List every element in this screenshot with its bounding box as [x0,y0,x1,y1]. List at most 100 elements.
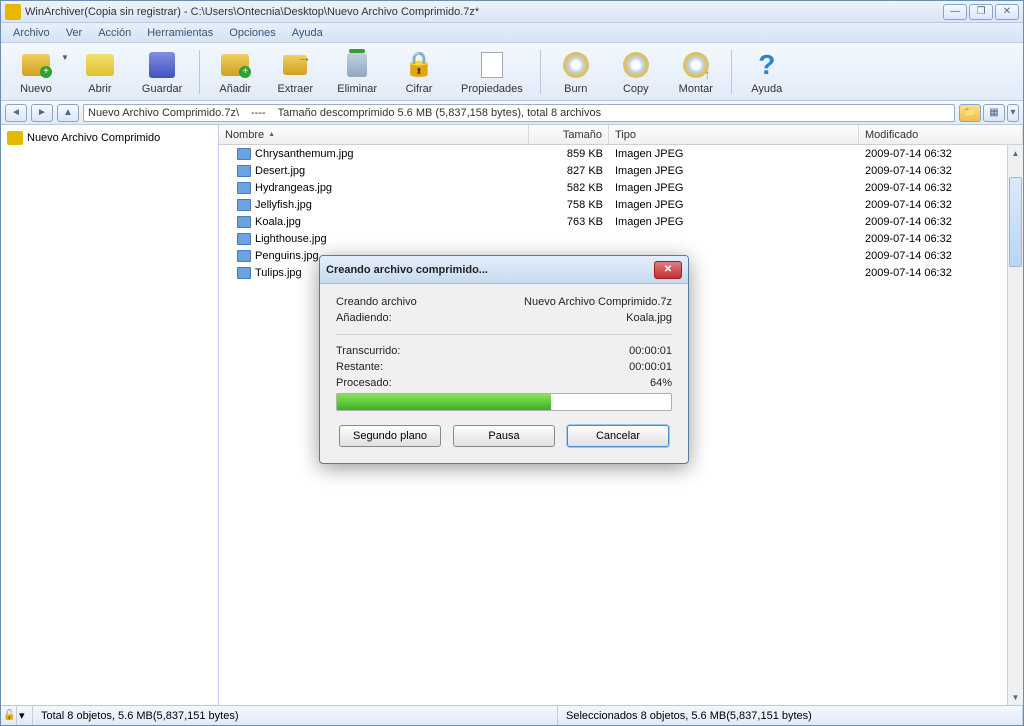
nuevo-button[interactable]: Nuevo [7,46,65,98]
back-button[interactable]: ◄ [5,104,27,122]
up-button[interactable]: ▲ [57,104,79,122]
dialog-body: Creando archivoNuevo Archivo Comprimido.… [320,284,688,463]
col-header-type[interactable]: Tipo [609,125,859,144]
montar-button[interactable]: Montar [667,46,725,98]
dialog-close-button[interactable]: ✕ [654,261,682,279]
status-right: Seleccionados 8 objetos, 5.6 MB(5,837,15… [558,706,1023,725]
file-modified: 2009-07-14 06:32 [859,199,1023,211]
abrir-button[interactable]: Abrir [71,46,129,98]
scroll-down-arrow-icon[interactable]: ▼ [1008,689,1023,705]
col-header-name[interactable]: Nombre▲ [219,125,529,144]
file-size: 582 KB [529,182,609,194]
image-file-icon [237,148,251,160]
file-row[interactable]: Koala.jpg763 KBImagen JPEG2009-07-14 06:… [219,213,1023,230]
guardar-label: Guardar [142,83,182,95]
copy-button[interactable]: Copy [607,46,665,98]
path-sep: ---- [251,107,266,119]
navbar: ◄ ► ▲ Nuevo Archivo Comprimido.7z\ ---- … [1,101,1023,125]
extraer-button[interactable]: Extraer [266,46,324,98]
burn-icon [563,52,589,78]
new-icon [22,54,50,76]
view-dropdown-button[interactable]: ▾ [1007,104,1019,122]
elapsed-value: 00:00:01 [629,345,672,357]
path-box[interactable]: Nuevo Archivo Comprimido.7z\ ---- Tamaño… [83,104,955,122]
file-type: Imagen JPEG [609,199,859,211]
copy-icon [623,52,649,78]
maximize-button[interactable]: ❐ [969,4,993,20]
open-icon [86,54,114,76]
sort-arrow-icon: ▲ [268,131,275,138]
toolbar-separator [199,50,200,94]
dialog-separator [336,334,672,335]
extract-icon [283,55,307,75]
file-row[interactable]: Jellyfish.jpg 758 KBImagen JPEG2009-07-14… [219,196,1023,213]
scroll-thumb[interactable] [1009,177,1022,267]
menu-opciones[interactable]: Opciones [221,25,283,41]
lock-icon: 🔓 [3,710,15,721]
progress-fill [337,394,551,410]
close-button[interactable]: ✕ [995,4,1019,20]
file-name: Desert.jpg [255,165,305,177]
ayuda-button[interactable]: ?Ayuda [738,46,796,98]
abrir-label: Abrir [88,83,111,95]
minimize-button[interactable]: — [943,4,967,20]
archive-icon [7,131,23,145]
eliminar-button[interactable]: Eliminar [326,46,388,98]
cifrar-button[interactable]: 🔒 Cifrar [390,46,448,98]
properties-icon [481,52,503,78]
file-name: Penguins.jpg [255,250,319,262]
file-modified: 2009-07-14 06:32 [859,267,1023,279]
image-file-icon [237,233,251,245]
window-title: WinArchiver(Copia sin registrar) - C:\Us… [25,6,943,18]
vertical-scrollbar[interactable]: ▲ ▼ [1007,145,1023,705]
menu-herramientas[interactable]: Herramientas [139,25,221,41]
image-file-icon [237,216,251,228]
file-type: Imagen JPEG [609,216,859,228]
forward-button[interactable]: ► [31,104,53,122]
dialog-titlebar[interactable]: Creando archivo comprimido... ✕ [320,256,688,284]
menu-ayuda[interactable]: Ayuda [284,25,331,41]
elapsed-label: Transcurrido: [336,345,400,357]
tree-root-item[interactable]: Nuevo Archivo Comprimido [5,129,214,147]
propiedades-button[interactable]: Propiedades [450,46,534,98]
cancel-button[interactable]: Cancelar [567,425,669,447]
file-name: Hydrangeas.jpg [255,182,332,194]
menu-accion[interactable]: Acción [90,25,139,41]
file-row[interactable]: Chrysanthemum.jpg859 KBImagen JPEG2009-0… [219,145,1023,162]
file-name: Tulips.jpg [255,267,302,279]
pause-button[interactable]: Pausa [453,425,555,447]
background-button[interactable]: Segundo plano [339,425,441,447]
file-type: Imagen JPEG [609,148,859,160]
help-icon: ? [758,49,775,81]
col-header-modified[interactable]: Modificado [859,125,1023,144]
burn-button[interactable]: Burn [547,46,605,98]
dropdown-arrow-icon[interactable]: ▼ [61,53,69,62]
app-icon [5,4,21,20]
menubar: Archivo Ver Acción Herramientas Opciones… [1,23,1023,43]
tree-panel: Nuevo Archivo Comprimido [1,125,219,705]
file-type: Imagen JPEG [609,165,859,177]
image-file-icon [237,267,251,279]
toolbar-separator [540,50,541,94]
menu-archivo[interactable]: Archivo [5,25,58,41]
file-size: 758 KB [529,199,609,211]
scroll-up-arrow-icon[interactable]: ▲ [1008,145,1023,161]
view-folder-button[interactable]: 📁 [959,104,981,122]
encrypt-icon: 🔒 [404,50,434,79]
file-modified: 2009-07-14 06:32 [859,233,1023,245]
file-row[interactable]: Desert.jpg827 KBImagen JPEG2009-07-14 06… [219,162,1023,179]
file-name: Jellyfish.jpg [255,199,312,211]
status-left: Total 8 objetos, 5.6 MB(5,837,151 bytes) [33,706,558,725]
col-header-size[interactable]: Tamaño [529,125,609,144]
image-file-icon [237,250,251,262]
view-grid-button[interactable]: ▦ [983,104,1005,122]
anadir-button[interactable]: Añadir [206,46,264,98]
menu-ver[interactable]: Ver [58,25,91,41]
cifrar-label: Cifrar [406,83,433,95]
file-name: Chrysanthemum.jpg [255,148,353,160]
file-row[interactable]: Hydrangeas.jpg582 KBImagen JPEG2009-07-1… [219,179,1023,196]
guardar-button[interactable]: Guardar [131,46,193,98]
processed-value: 64% [650,377,672,389]
file-row[interactable]: Lighthouse.jpg2009-07-14 06:32 [219,230,1023,247]
remaining-value: 00:00:01 [629,361,672,373]
